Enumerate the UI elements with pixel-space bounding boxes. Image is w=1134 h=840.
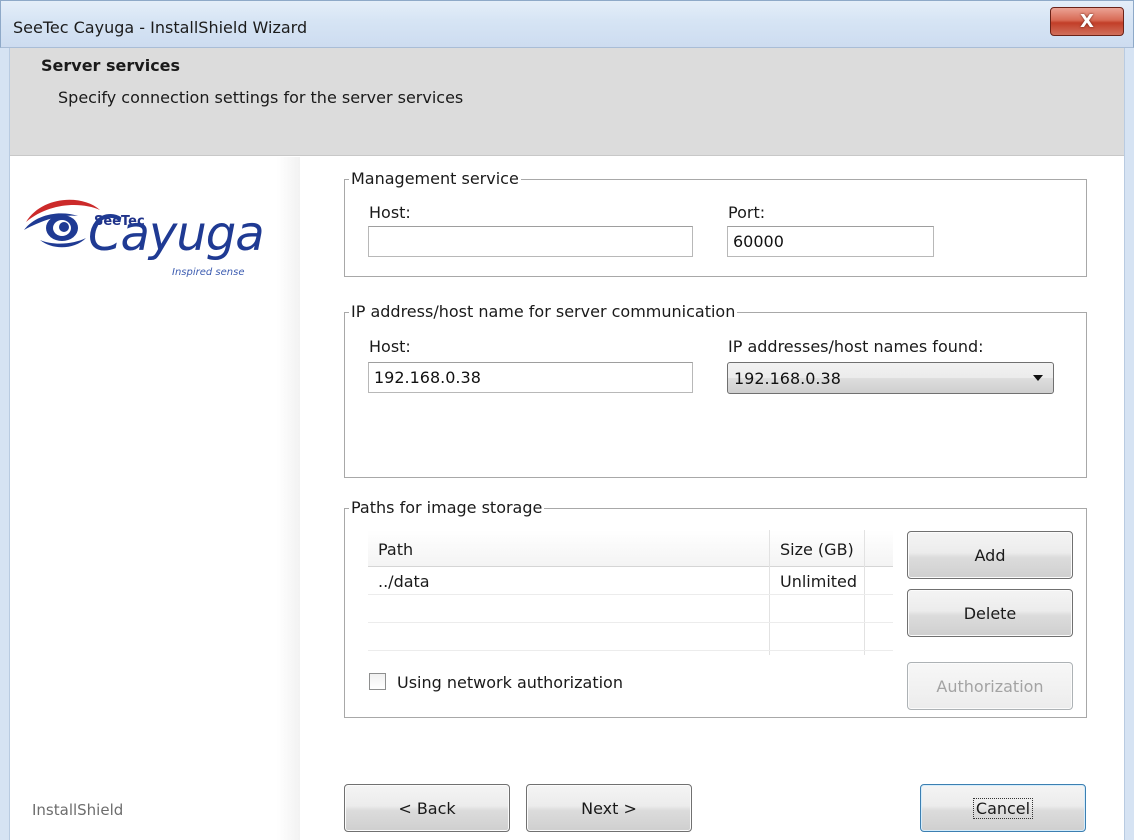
back-button[interactable]: < Back <box>344 784 510 832</box>
window-frame-left <box>0 48 10 840</box>
cayuga-logo: SeeTec Cayuga Inspired sense <box>22 192 282 282</box>
management-host-input[interactable] <box>368 226 693 257</box>
next-button[interactable]: Next > <box>526 784 692 832</box>
found-hosts-label: IP addresses/host names found: <box>728 337 984 356</box>
cell-size: Unlimited <box>780 572 858 591</box>
installshield-brand: InstallShield <box>32 801 124 819</box>
page-subtitle: Specify connection settings for the serv… <box>58 88 464 107</box>
management-host-label: Host: <box>369 203 411 222</box>
cancel-button-label: Cancel <box>972 797 1034 819</box>
close-icon: X <box>1080 11 1094 32</box>
next-button-label: Next > <box>581 798 637 818</box>
title-bar: SeeTec Cayuga - InstallShield Wizard X <box>0 0 1134 48</box>
table-row-empty[interactable] <box>368 624 893 651</box>
authorization-button-label: Authorization <box>936 676 1044 696</box>
logo-product: Cayuga <box>88 206 265 262</box>
window-frame-right <box>1124 48 1134 840</box>
image-storage-legend: Paths for image storage <box>349 498 545 517</box>
add-button[interactable]: Add <box>907 531 1073 579</box>
close-button[interactable]: X <box>1050 7 1124 36</box>
table-row-empty[interactable] <box>368 596 893 623</box>
back-button-label: < Back <box>398 798 456 818</box>
management-port-input[interactable] <box>727 226 934 257</box>
management-port-label: Port: <box>728 203 766 222</box>
authorization-button[interactable]: Authorization <box>907 662 1073 710</box>
column-header-path[interactable]: Path <box>378 540 413 559</box>
storage-path-table[interactable]: Path Size (GB) ../data Unlimited <box>368 530 893 655</box>
page-title: Server services <box>41 56 181 75</box>
column-header-size[interactable]: Size (GB) <box>780 540 854 559</box>
communication-host-label: Host: <box>369 337 411 356</box>
found-hosts-dropdown[interactable]: 192.168.0.38 <box>727 362 1054 394</box>
cell-path: ../data <box>378 572 430 591</box>
management-service-legend: Management service <box>349 169 521 188</box>
cancel-button[interactable]: Cancel <box>920 784 1086 832</box>
network-authorization-label[interactable]: Using network authorization <box>397 673 623 692</box>
communication-host-input[interactable] <box>368 362 693 393</box>
server-communication-legend: IP address/host name for server communic… <box>349 302 738 321</box>
add-button-label: Add <box>974 545 1006 565</box>
delete-button[interactable]: Delete <box>907 589 1073 637</box>
logo-tagline: Inspired sense <box>172 267 245 278</box>
chevron-down-icon <box>1033 375 1043 381</box>
table-header: Path Size (GB) <box>368 530 893 567</box>
wizard-header: Server services Specify connection setti… <box>10 48 1124 156</box>
window-title: SeeTec Cayuga - InstallShield Wizard <box>13 18 308 37</box>
found-hosts-selected: 192.168.0.38 <box>734 369 841 388</box>
network-authorization-checkbox[interactable] <box>369 673 386 690</box>
table-row[interactable]: ../data Unlimited <box>368 568 893 595</box>
delete-button-label: Delete <box>963 603 1017 623</box>
